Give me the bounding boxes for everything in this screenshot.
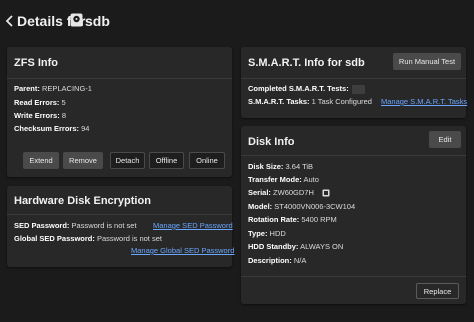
description-value: N/A xyxy=(293,256,307,265)
read-errors-value: 5 xyxy=(61,98,66,107)
parent-value: REPLACING-1 xyxy=(41,84,92,93)
replace-button[interactable]: Replace xyxy=(416,283,459,299)
disk-info-footer-divider xyxy=(241,276,466,277)
sed-password-value: Password is not set xyxy=(71,221,137,230)
completed-tests-badge xyxy=(351,84,365,94)
serial-value: ZW60GD7H xyxy=(273,188,314,197)
model-value: ST4000VN006-3CW104 xyxy=(274,202,356,211)
global-sed-value: Password is not set xyxy=(96,234,162,243)
zfs-info-title: ZFS Info xyxy=(14,57,58,69)
back-arrow-icon[interactable] xyxy=(3,14,17,28)
description-row: Description: N/A xyxy=(248,256,307,265)
rotation-rate-row: Rotation Rate: 5400 RPM xyxy=(248,215,337,224)
extend-button[interactable]: Extend xyxy=(23,152,59,169)
disk-info-title: Disk Info xyxy=(248,136,295,148)
copy-icon[interactable] xyxy=(322,189,330,197)
page-header: Details for sdb xyxy=(0,0,474,40)
manage-smart-tasks-link[interactable]: Manage S.M.A.R.T. Tasks xyxy=(381,97,467,106)
smart-divider xyxy=(241,78,466,79)
encryption-title: Hardware Disk Encryption xyxy=(14,195,151,207)
hdd-standby-value: ALWAYS ON xyxy=(300,242,344,251)
checksum-errors-value: 94 xyxy=(81,124,90,133)
write-errors-value: 8 xyxy=(61,111,66,120)
zfs-info-divider xyxy=(7,78,232,79)
disk-size-value: 3.64 TiB xyxy=(285,162,314,171)
zfs-info-card: ZFS Info Parent: REPLACING-1 Read Errors… xyxy=(7,47,232,177)
type-value: HDD xyxy=(269,229,286,238)
run-manual-test-button[interactable]: Run Manual Test xyxy=(393,53,461,70)
edit-button[interactable]: Edit xyxy=(429,131,461,148)
encryption-card: Hardware Disk Encryption SED Password: P… xyxy=(7,186,234,267)
disk-icon xyxy=(70,13,83,27)
serial-row: Serial: ZW60GD7H xyxy=(248,188,330,197)
online-button[interactable]: Online xyxy=(189,152,225,169)
smart-info-card: S.M.A.R.T. Info for sdb Run Manual Test … xyxy=(241,47,467,118)
smart-info-title: S.M.A.R.T. Info for sdb xyxy=(248,57,365,69)
smart-tasks-row: S.M.A.R.T. Tasks: 1 Task Configured xyxy=(248,97,372,106)
parent-row: Parent: REPLACING-1 xyxy=(14,84,92,93)
offline-button[interactable]: Offline xyxy=(149,152,184,169)
disk-size-row: Disk Size: 3.64 TiB xyxy=(248,162,314,171)
transfer-mode-value: Auto xyxy=(303,175,319,184)
rotation-rate-value: 5400 RPM xyxy=(301,215,337,224)
checksum-errors-row: Checksum Errors: 94 xyxy=(14,124,90,133)
encryption-divider xyxy=(7,214,232,215)
write-errors-row: Write Errors: 8 xyxy=(14,111,66,120)
disk-name: sdb xyxy=(85,13,110,29)
hdd-standby-row: HDD Standby: ALWAYS ON xyxy=(248,242,344,251)
remove-button[interactable]: Remove xyxy=(63,152,103,169)
manage-global-sed-password-link[interactable]: Manage Global SED Password xyxy=(131,246,234,255)
model-row: Model: ST4000VN006-3CW104 xyxy=(248,202,356,211)
type-row: Type: HDD xyxy=(248,229,286,238)
disk-info-card: Disk Info Edit Disk Size: 3.64 TiB Trans… xyxy=(241,126,466,304)
read-errors-row: Read Errors: 5 xyxy=(14,98,66,107)
global-sed-row: Global SED Password: Password is not set xyxy=(14,234,162,243)
sed-password-row: SED Password: Password is not set xyxy=(14,221,137,230)
smart-tasks-value: 1 Task Configured xyxy=(311,97,372,106)
disk-info-divider xyxy=(241,155,466,156)
manage-sed-password-link[interactable]: Manage SED Password xyxy=(153,221,233,230)
transfer-mode-row: Transfer Mode: Auto xyxy=(248,175,319,184)
detach-button[interactable]: Detach xyxy=(110,152,145,169)
completed-tests-row: Completed S.M.A.R.T. Tests: xyxy=(248,84,365,94)
